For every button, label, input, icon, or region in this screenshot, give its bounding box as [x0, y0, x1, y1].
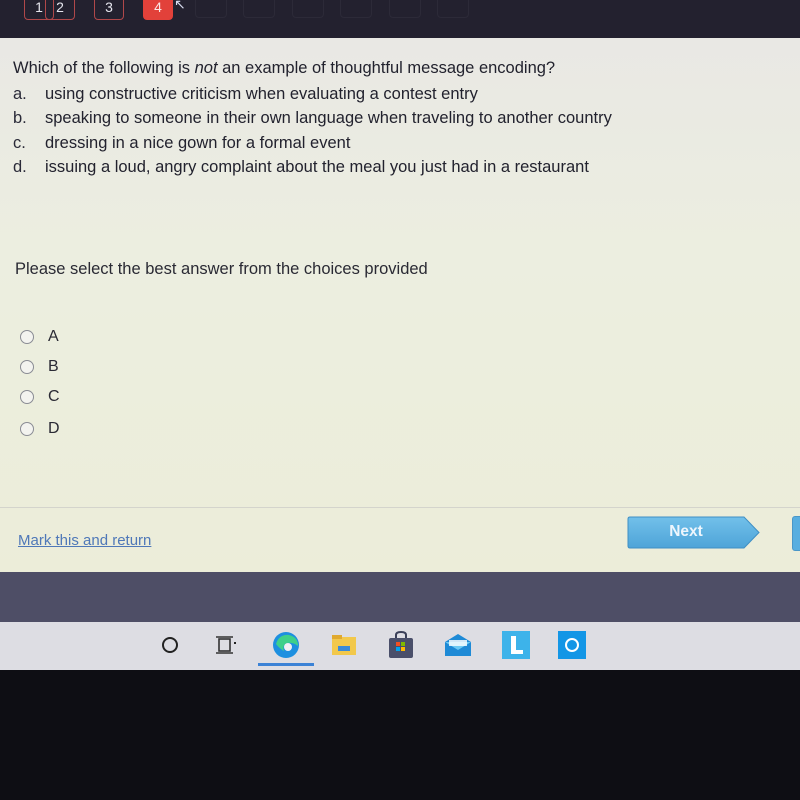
radio-button[interactable]: [20, 422, 34, 436]
next-button-label[interactable]: Next: [627, 516, 745, 549]
screen-bezel-band: [0, 572, 800, 622]
question-suffix: an example of thoughtful message encodin…: [217, 59, 556, 77]
question-option-a: a. using constructive criticism when eval…: [13, 85, 478, 104]
mark-and-return-link[interactable]: Mark this and return: [18, 532, 151, 549]
question-prefix: Which of the following is: [13, 59, 195, 77]
question-tab-placeholder: [292, 0, 324, 18]
option-text: issuing a loud, angry complaint about th…: [45, 158, 589, 176]
edge-icon[interactable]: [258, 628, 314, 666]
side-button[interactable]: [792, 516, 800, 551]
question-tab-placeholder: [437, 0, 469, 18]
question-option-c: c. dressing in a nice gown for a formal e…: [13, 134, 350, 153]
store-icon[interactable]: [383, 628, 419, 662]
file-explorer-icon[interactable]: [326, 628, 362, 662]
answer-choice-c[interactable]: C: [20, 386, 60, 408]
question-tab-placeholder: [195, 0, 227, 18]
question-tab-placeholder: [389, 0, 421, 18]
instruction-text: Please select the best answer from the c…: [15, 260, 428, 278]
answer-label[interactable]: D: [48, 420, 60, 438]
question-tab-placeholder: [340, 0, 372, 18]
answer-choice-a[interactable]: A: [20, 326, 59, 348]
question-panel: Which of the following is not an example…: [0, 38, 800, 572]
radio-button[interactable]: [20, 360, 34, 374]
answer-choice-b[interactable]: B: [20, 356, 59, 378]
answer-choice-d[interactable]: D: [20, 418, 60, 440]
search-icon[interactable]: [152, 628, 188, 662]
option-letter: c.: [13, 134, 26, 152]
question-option-b: b. speaking to someone in their own langu…: [13, 109, 612, 128]
option-letter: d.: [13, 158, 27, 176]
question-tab-2[interactable]: 2: [45, 0, 75, 20]
radio-button[interactable]: [20, 390, 34, 404]
question-tab-placeholder: [243, 0, 275, 18]
option-text: using constructive criticism when evalua…: [45, 85, 478, 103]
question-text: Which of the following is not an example…: [13, 59, 555, 78]
taskbar: [0, 622, 800, 670]
option-text: dressing in a nice gown for a formal eve…: [45, 134, 351, 152]
option-letter: b.: [13, 109, 27, 127]
question-option-d: d. issuing a loud, angry complaint about …: [13, 158, 589, 177]
question-tab-4[interactable]: 4: [143, 0, 173, 20]
answer-label[interactable]: B: [48, 358, 59, 376]
mail-icon[interactable]: [440, 628, 476, 662]
cortana-icon[interactable]: [554, 628, 590, 662]
radio-button[interactable]: [20, 330, 34, 344]
question-tab-3[interactable]: 3: [94, 0, 124, 20]
mouse-cursor-icon: ↖: [174, 0, 186, 12]
option-letter: a.: [13, 85, 27, 103]
question-nav-bar: 1 2 3 4 ↖: [0, 0, 800, 38]
answer-label[interactable]: A: [48, 328, 59, 346]
next-button[interactable]: Next: [627, 516, 760, 549]
option-text: speaking to someone in their own languag…: [45, 109, 612, 127]
desk-background: [0, 670, 800, 800]
l-app-icon[interactable]: [498, 628, 534, 662]
footer-divider: [0, 507, 800, 508]
active-indicator: [258, 663, 314, 666]
answer-label[interactable]: C: [48, 388, 60, 406]
task-view-icon[interactable]: [208, 628, 244, 662]
question-emphasis: not: [194, 59, 218, 77]
